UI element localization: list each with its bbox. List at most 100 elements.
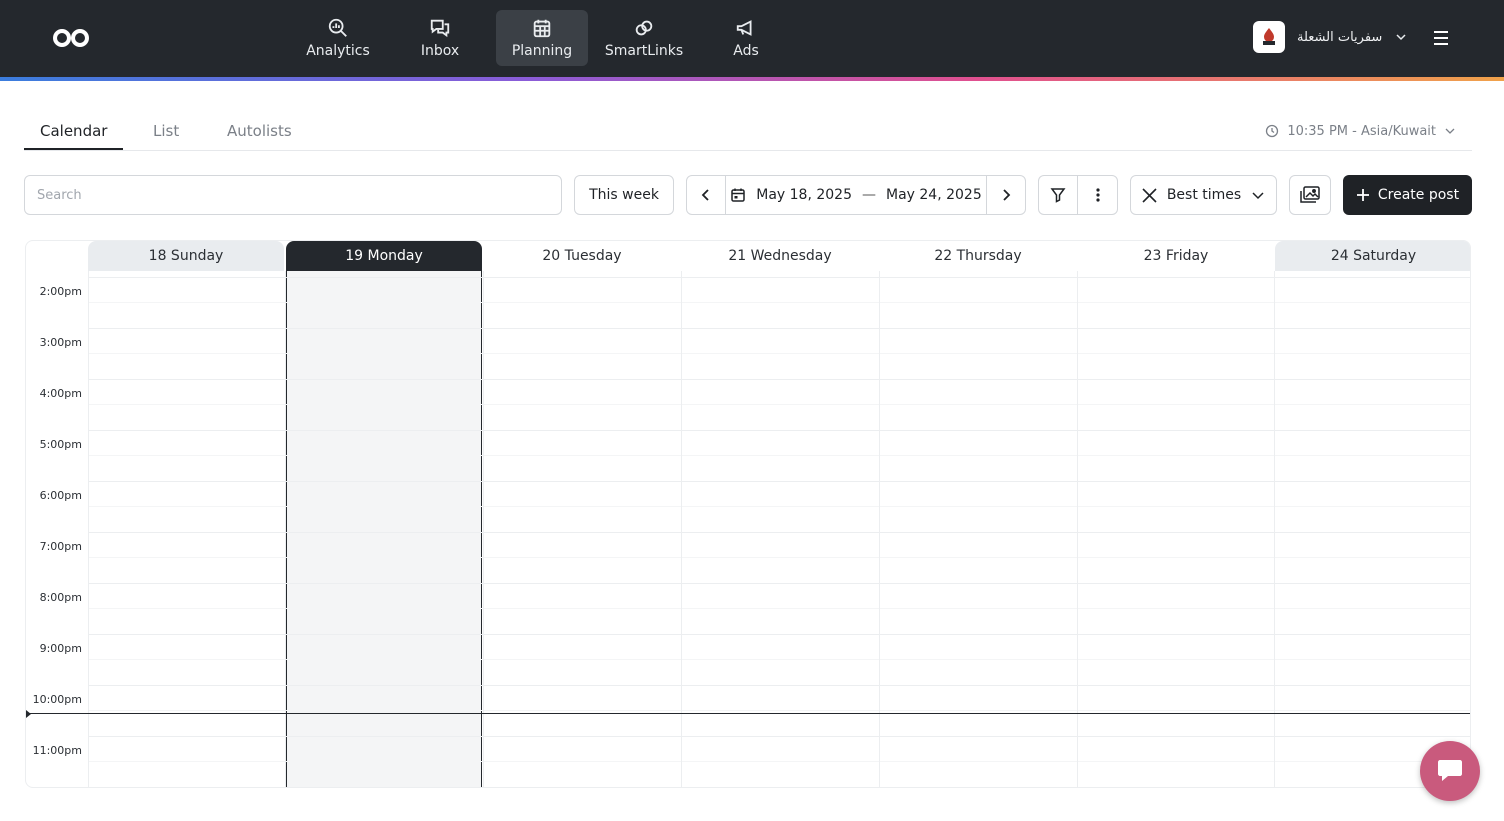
day-header-saturday[interactable]: 24 Saturday bbox=[1275, 241, 1470, 271]
day-header-thursday[interactable]: 22 Thursday bbox=[880, 241, 1076, 271]
next-week-button[interactable] bbox=[986, 176, 1025, 214]
date-range-picker[interactable]: May 18, 2025 — May 24, 2025 bbox=[726, 176, 986, 214]
nav-item-ads[interactable]: Ads bbox=[700, 10, 792, 66]
half-hour-line bbox=[88, 353, 1470, 354]
this-week-button[interactable]: This week bbox=[574, 175, 674, 215]
account-logo-icon bbox=[1263, 28, 1275, 45]
half-hour-line bbox=[88, 659, 1470, 660]
day-header-wednesday[interactable]: 21 Wednesday bbox=[682, 241, 878, 271]
chat-bubble-icon bbox=[1438, 760, 1462, 781]
time-grid[interactable]: 2:00pm 3:00pm 4:00pm 5:00pm 6:00pm 7:00p… bbox=[26, 271, 1470, 787]
date-range-navigator: May 18, 2025 — May 24, 2025 bbox=[686, 175, 1026, 215]
week-calendar: 18 Sunday 19 Monday 20 Tuesday 21 Wednes… bbox=[25, 240, 1471, 788]
half-hour-line bbox=[88, 608, 1470, 609]
megaphone-icon bbox=[736, 20, 752, 36]
main-nav: Analytics Inbox Planning SmartLinks Ads bbox=[292, 10, 792, 66]
nav-item-planning[interactable]: Planning bbox=[496, 10, 588, 66]
time-label: 4:00pm bbox=[39, 387, 82, 400]
chevron-right-icon bbox=[1003, 189, 1011, 201]
half-hour-line bbox=[88, 455, 1470, 456]
hamburger-menu-icon[interactable] bbox=[1430, 28, 1452, 48]
analytics-icon bbox=[328, 18, 347, 37]
best-times-dropdown[interactable]: Best times bbox=[1130, 175, 1277, 215]
media-library-button[interactable] bbox=[1289, 175, 1331, 215]
time-label: 11:00pm bbox=[32, 744, 82, 757]
time-label: 7:00pm bbox=[39, 540, 82, 553]
plus-icon bbox=[1356, 189, 1369, 201]
tab-calendar[interactable]: Calendar bbox=[24, 112, 124, 150]
clock-icon bbox=[1266, 124, 1279, 138]
hour-line bbox=[88, 430, 1470, 431]
day-header-monday[interactable]: 19 Monday bbox=[286, 241, 482, 271]
top-navigation-bar: Analytics Inbox Planning SmartLinks Ads … bbox=[0, 0, 1504, 77]
time-label: 6:00pm bbox=[39, 489, 82, 502]
time-label: 2:00pm bbox=[39, 285, 82, 298]
day-header-tuesday[interactable]: 20 Tuesday bbox=[484, 241, 680, 271]
tab-list[interactable]: List bbox=[137, 112, 195, 150]
time-label: 9:00pm bbox=[39, 642, 82, 655]
column-divider bbox=[483, 271, 484, 787]
half-hour-line bbox=[88, 506, 1470, 507]
timezone-label: 10:35 PM - Asia/Kuwait bbox=[1287, 123, 1436, 139]
day-header-sunday[interactable]: 18 Sunday bbox=[88, 241, 284, 271]
day-header-friday[interactable]: 23 Friday bbox=[1078, 241, 1274, 271]
chevron-down-icon bbox=[1396, 34, 1406, 41]
nav-item-inbox[interactable]: Inbox bbox=[394, 10, 486, 66]
hour-line bbox=[88, 685, 1470, 686]
create-post-label: Create post bbox=[1377, 187, 1460, 203]
column-divider bbox=[1274, 271, 1275, 787]
hour-line bbox=[88, 379, 1470, 380]
app-logo-icon[interactable] bbox=[52, 26, 92, 50]
hour-line bbox=[88, 532, 1470, 533]
calendar-icon bbox=[731, 188, 745, 202]
date-range-start: May 18, 2025 bbox=[756, 187, 852, 203]
nav-label: Inbox bbox=[420, 43, 460, 59]
account-avatar bbox=[1253, 21, 1285, 53]
view-tabs: Calendar List Autolists 10:35 PM - Asia/… bbox=[24, 112, 1472, 151]
date-range-separator: — bbox=[862, 187, 876, 203]
search-input[interactable] bbox=[24, 175, 562, 215]
brand-gradient-strip bbox=[0, 77, 1504, 81]
time-label: 8:00pm bbox=[39, 591, 82, 604]
half-hour-line bbox=[88, 710, 1470, 711]
filter-options-group bbox=[1038, 175, 1118, 215]
column-divider bbox=[285, 271, 286, 787]
column-divider bbox=[1077, 271, 1078, 787]
column-divider bbox=[879, 271, 880, 787]
nav-label: Planning bbox=[511, 43, 573, 59]
x-twitter-icon bbox=[1142, 187, 1157, 203]
chevron-down-icon bbox=[1445, 128, 1455, 134]
nav-label: Ads bbox=[733, 43, 759, 59]
create-post-button[interactable]: Create post bbox=[1343, 175, 1472, 215]
account-name: سفريات الشعلة bbox=[1297, 29, 1383, 45]
more-options-button[interactable] bbox=[1078, 176, 1117, 214]
hour-line bbox=[88, 481, 1470, 482]
time-label: 10:00pm bbox=[32, 693, 82, 706]
timezone-selector[interactable]: 10:35 PM - Asia/Kuwait bbox=[1265, 112, 1456, 150]
account-switcher[interactable]: سفريات الشعلة bbox=[1253, 21, 1408, 53]
nav-label: SmartLinks bbox=[604, 43, 684, 59]
current-time-marker bbox=[26, 710, 31, 718]
date-range-end: May 24, 2025 bbox=[886, 187, 982, 203]
nav-item-analytics[interactable]: Analytics bbox=[292, 10, 384, 66]
half-hour-line bbox=[88, 557, 1470, 558]
time-label: 5:00pm bbox=[39, 438, 82, 451]
half-hour-line bbox=[88, 404, 1470, 405]
link-icon bbox=[635, 20, 653, 36]
hour-line bbox=[88, 277, 1470, 278]
nav-item-smartlinks[interactable]: SmartLinks bbox=[598, 10, 690, 66]
previous-week-button[interactable] bbox=[687, 176, 726, 214]
best-times-label: Best times bbox=[1166, 187, 1242, 203]
vertical-dots-icon bbox=[1095, 188, 1100, 202]
hour-line bbox=[88, 736, 1470, 737]
chat-support-button[interactable] bbox=[1420, 741, 1480, 801]
hour-line bbox=[88, 583, 1470, 584]
media-library-icon bbox=[1300, 186, 1320, 203]
half-hour-line bbox=[88, 302, 1470, 303]
calendar-icon bbox=[533, 19, 551, 38]
nav-label: Analytics bbox=[306, 43, 370, 59]
current-time-indicator bbox=[26, 713, 1470, 714]
hour-line bbox=[88, 634, 1470, 635]
filter-button[interactable] bbox=[1039, 176, 1078, 214]
tab-autolists[interactable]: Autolists bbox=[211, 112, 308, 150]
